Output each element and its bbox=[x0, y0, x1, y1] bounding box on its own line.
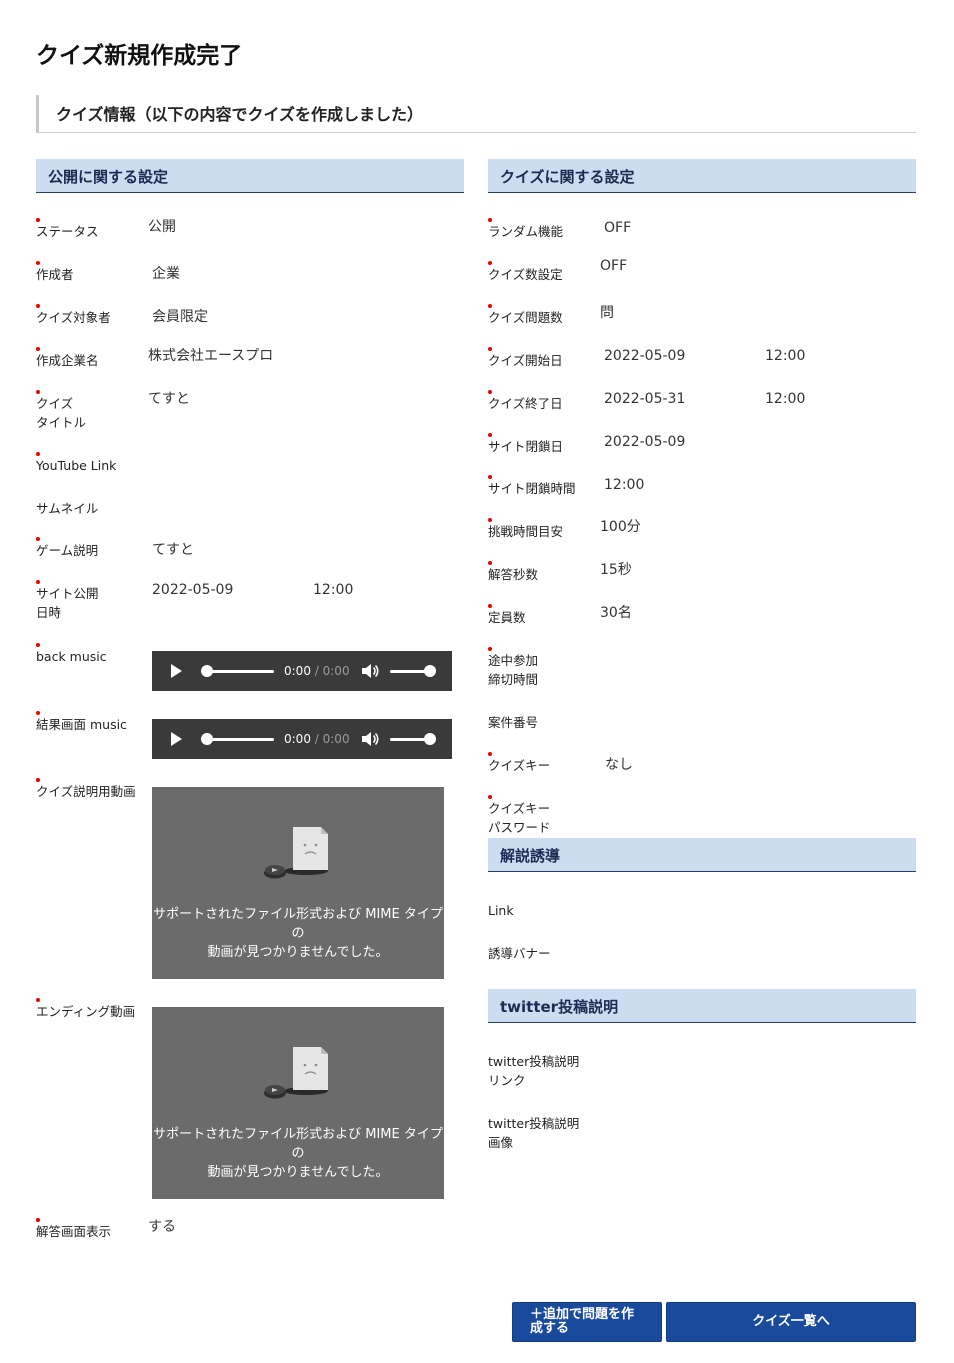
value-company: 株式会社エースプロ bbox=[148, 348, 274, 364]
audio-player-result-music: 0:00 / 0:00 bbox=[152, 719, 452, 759]
label-close-date: サイト閉鎖日 bbox=[488, 433, 564, 454]
add-questions-button[interactable]: ＋追加で問題を作 成する bbox=[512, 1302, 662, 1342]
video-error-message: サポートされたファイル形式および MIME タイプの 動画が見つかりませんでした… bbox=[153, 1127, 443, 1180]
broken-video-icon bbox=[264, 827, 328, 879]
audio-progress-bar[interactable] bbox=[206, 670, 274, 673]
info-heading-box: クイズ情報（以下の内容でクイズを作成しました） bbox=[36, 95, 916, 133]
label-question-count: クイズ問題数 bbox=[488, 304, 563, 325]
value-random: OFF bbox=[604, 220, 632, 236]
value-target: 会員限定 bbox=[152, 309, 208, 325]
value-answer-seconds: 15秒 bbox=[600, 562, 632, 578]
section-header-twitter: twitter投稿説明 bbox=[488, 989, 916, 1023]
value-quiz-key: なし bbox=[605, 757, 633, 773]
section-title: 解説誘導 bbox=[500, 847, 561, 865]
label-title: クイズ タイトル bbox=[36, 390, 87, 430]
label-target: クイズ対象者 bbox=[36, 304, 111, 325]
audio-progress-bar[interactable] bbox=[206, 738, 274, 741]
label-explain-video: クイズ説明用動画 bbox=[36, 778, 136, 799]
section-title: 公開に関する設定 bbox=[48, 168, 169, 186]
label-case-number: 案件番号 bbox=[488, 715, 539, 730]
section-header-guide: 解説誘導 bbox=[488, 838, 916, 872]
label-end: クイズ終了日 bbox=[488, 390, 563, 411]
label-answer-display: 解答画面表示 bbox=[36, 1218, 112, 1239]
section-header-publish: 公開に関する設定 bbox=[36, 159, 464, 193]
label-capacity: 定員数 bbox=[488, 604, 526, 625]
label-guide-link: Link bbox=[488, 903, 514, 918]
label-random: ランダム機能 bbox=[488, 218, 564, 239]
label-challenge-time: 挑戦時間目安 bbox=[488, 518, 564, 539]
label-answer-seconds: 解答秒数 bbox=[488, 561, 539, 582]
label-quiz-key: クイズキー bbox=[488, 752, 551, 773]
video-player-ending[interactable]: サポートされたファイル形式および MIME タイプの 動画が見つかりませんでした… bbox=[152, 1007, 444, 1199]
label-twitter-image: twitter投稿説明 画像 bbox=[488, 1116, 580, 1150]
value-quiz-count-setting: OFF bbox=[600, 258, 628, 274]
label-status: ステータス bbox=[36, 218, 99, 239]
label-quiz-count-setting: クイズ数設定 bbox=[488, 261, 563, 282]
value-start-time: 12:00 bbox=[765, 348, 806, 364]
label-publish: サイト公開 日時 bbox=[36, 580, 99, 620]
volume-knob[interactable] bbox=[424, 665, 436, 677]
label-youtube: YouTube Link bbox=[36, 452, 117, 473]
value-end-date: 2022-05-31 bbox=[604, 391, 686, 407]
quiz-list-button[interactable]: クイズ一覧へ bbox=[666, 1302, 916, 1342]
audio-progress-knob[interactable] bbox=[201, 733, 213, 745]
label-game-desc: ゲーム説明 bbox=[36, 537, 99, 558]
label-ending-video: エンディング動画 bbox=[36, 998, 136, 1019]
label-close-time: サイト閉鎖時間 bbox=[488, 475, 576, 496]
value-capacity: 30名 bbox=[600, 605, 632, 621]
label-company: 作成企業名 bbox=[36, 347, 99, 368]
value-challenge-time: 100分 bbox=[600, 519, 641, 535]
volume-knob[interactable] bbox=[424, 733, 436, 745]
broken-video-icon bbox=[264, 1047, 328, 1099]
info-heading: クイズ情報（以下の内容でクイズを作成しました） bbox=[56, 105, 424, 124]
audio-time: 0:00 / 0:00 bbox=[284, 732, 350, 746]
label-midway-deadline: 途中参加 締切時間 bbox=[488, 647, 539, 687]
value-end-time: 12:00 bbox=[765, 391, 806, 407]
page-title: クイズ新規作成完了 bbox=[36, 43, 243, 69]
section-title: twitter投稿説明 bbox=[500, 998, 619, 1016]
label-quiz-key-password: クイズキー パスワード bbox=[488, 795, 551, 835]
value-close-time: 12:00 bbox=[604, 477, 645, 493]
value-start-date: 2022-05-09 bbox=[604, 348, 686, 364]
label-twitter-link: twitter投稿説明 リンク bbox=[488, 1054, 580, 1088]
value-close-date: 2022-05-09 bbox=[604, 434, 686, 450]
value-status: 公開 bbox=[148, 219, 176, 235]
audio-time: 0:00 / 0:00 bbox=[284, 664, 350, 678]
audio-progress-knob[interactable] bbox=[201, 665, 213, 677]
label-start: クイズ開始日 bbox=[488, 347, 563, 368]
value-question-count: 問 bbox=[600, 305, 614, 321]
section-title: クイズに関する設定 bbox=[500, 168, 635, 186]
volume-icon[interactable] bbox=[361, 731, 379, 747]
value-answer-display: する bbox=[148, 1219, 176, 1235]
label-result-music: 結果画面 music bbox=[36, 711, 127, 732]
play-icon[interactable] bbox=[171, 664, 182, 678]
value-publish-date: 2022-05-09 bbox=[152, 582, 234, 598]
value-game-desc: てすと bbox=[152, 542, 194, 558]
label-creator: 作成者 bbox=[36, 261, 74, 282]
video-player-explain[interactable]: サポートされたファイル形式および MIME タイプの 動画が見つかりませんでした… bbox=[152, 787, 444, 979]
value-creator: 企業 bbox=[152, 266, 180, 282]
audio-player-back-music: 0:00 / 0:00 bbox=[152, 651, 452, 691]
value-publish-time: 12:00 bbox=[313, 582, 354, 598]
section-header-quiz: クイズに関する設定 bbox=[488, 159, 916, 193]
video-error-message: サポートされたファイル形式および MIME タイプの 動画が見つかりませんでした… bbox=[153, 907, 443, 960]
volume-icon[interactable] bbox=[361, 663, 379, 679]
value-title: てすと bbox=[148, 391, 190, 407]
label-back-music: back music bbox=[36, 643, 107, 664]
play-icon[interactable] bbox=[171, 732, 182, 746]
label-thumbnail: サムネイル bbox=[36, 501, 99, 516]
label-guide-banner: 誘導バナー bbox=[488, 946, 551, 961]
